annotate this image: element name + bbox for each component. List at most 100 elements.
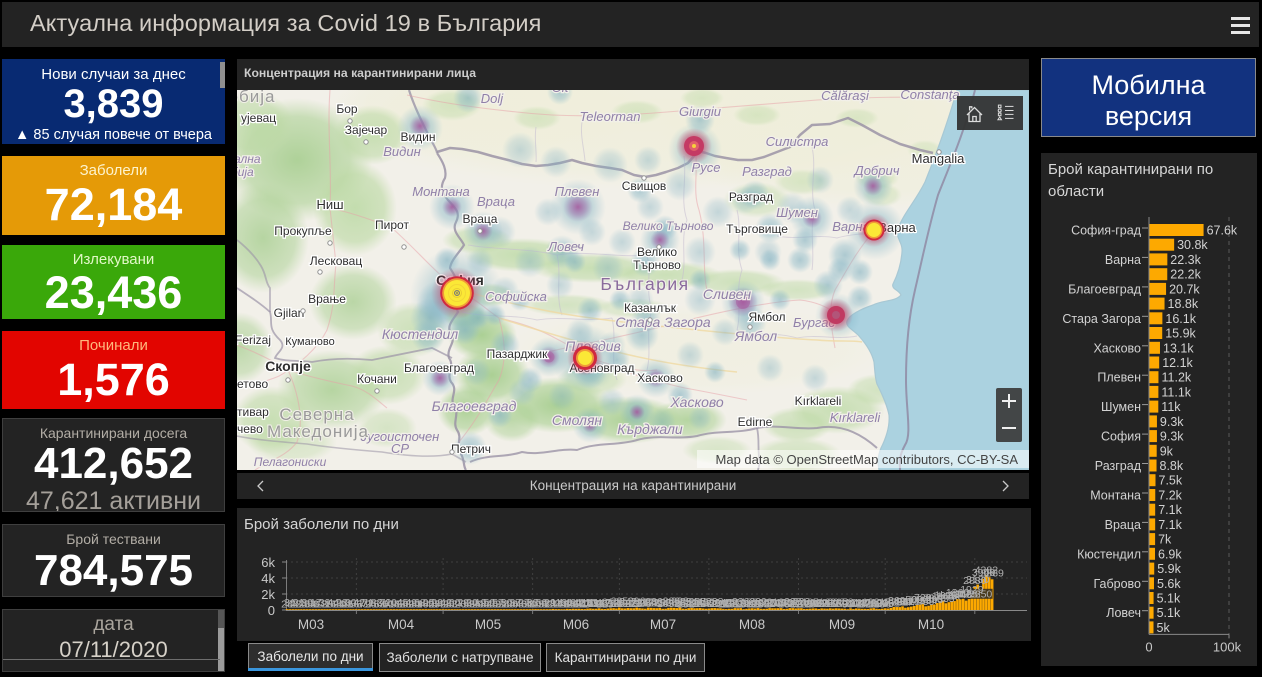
svg-text:30.8k: 30.8k — [1177, 238, 1208, 252]
svg-text:0: 0 — [268, 603, 275, 618]
svg-text:Казанлък: Казанлък — [624, 301, 677, 315]
svg-text:5.1k: 5.1k — [1157, 592, 1181, 606]
svg-text:Кюстендил: Кюстендил — [1077, 547, 1141, 561]
svg-text:етово: етово — [237, 377, 269, 391]
svg-text:M08: M08 — [739, 617, 765, 632]
svg-text:Монтана: Монтана — [1090, 489, 1141, 503]
svg-text:5k: 5k — [1157, 621, 1171, 635]
svg-text:Разград: Разград — [1095, 459, 1142, 473]
svg-text:M05: M05 — [475, 617, 501, 632]
svg-text:7k: 7k — [1158, 533, 1172, 547]
svg-text:Монтана: Монтана — [412, 184, 470, 199]
svg-text:22.2k: 22.2k — [1170, 268, 1201, 282]
svg-text:Ferizaj: Ferizaj — [237, 333, 271, 347]
svg-text:Враца: Враца — [477, 194, 515, 209]
svg-text:обија: обија — [237, 90, 275, 106]
svg-text:Dolj: Dolj — [481, 91, 505, 106]
svg-text:Kırklareli: Kırklareli — [795, 394, 842, 408]
svg-text:9k: 9k — [1160, 444, 1174, 458]
svg-text:Благоевград: Благоевград — [1068, 282, 1142, 296]
svg-text:15.9k: 15.9k — [1165, 327, 1196, 341]
svg-text:Кърджали: Кърджали — [617, 421, 683, 437]
svg-text:Kırklareli: Kırklareli — [830, 410, 882, 425]
svg-text:Ямбол: Ямбол — [748, 310, 785, 324]
svg-text:Софийска: Софийска — [485, 289, 547, 304]
svg-text:обија: обија — [237, 165, 254, 179]
svg-text:Благоевград: Благоевград — [404, 361, 474, 375]
svg-text:2650: 2650 — [969, 588, 993, 600]
svg-text:Кочани: Кочани — [357, 372, 397, 386]
svg-text:Варна: Варна — [1105, 253, 1141, 267]
svg-text:Пазарджик: Пазарджик — [487, 347, 548, 361]
svg-text:Лесковац: Лесковац — [310, 254, 363, 268]
svg-text:7.2k: 7.2k — [1158, 489, 1182, 503]
svg-text:Шумен: Шумен — [1101, 400, 1141, 414]
svg-text:Olt: Olt — [552, 90, 570, 95]
svg-text:7.1k: 7.1k — [1158, 503, 1182, 517]
svg-text:Габрово: Габрово — [1093, 577, 1141, 591]
svg-text:22.3k: 22.3k — [1170, 253, 1201, 267]
svg-text:Бор: Бор — [336, 102, 358, 116]
svg-text:Разград: Разград — [742, 164, 792, 179]
svg-text:Разград: Разград — [729, 190, 773, 204]
svg-text:Велико Търново: Велико Търново — [623, 219, 714, 233]
svg-text:Edirne: Edirne — [738, 415, 773, 429]
svg-text:11.2k: 11.2k — [1162, 371, 1192, 385]
svg-text:Хасково: Хасково — [1093, 341, 1141, 355]
svg-text:12.1k: 12.1k — [1162, 356, 1193, 370]
svg-text:Стара Загора: Стара Загора — [615, 314, 711, 330]
svg-text:67.6k: 67.6k — [1207, 224, 1238, 238]
svg-text:Търговище: Търговище — [726, 222, 788, 236]
svg-text:7.5k: 7.5k — [1159, 474, 1183, 488]
svg-text:8.8k: 8.8k — [1160, 459, 1184, 473]
svg-text:Куманово: Куманово — [285, 336, 335, 348]
svg-text:Петрич: Петрич — [451, 442, 491, 456]
svg-text:Хасково: Хасково — [669, 394, 724, 410]
svg-text:9.3k: 9.3k — [1160, 415, 1184, 429]
svg-text:11k: 11k — [1161, 400, 1181, 414]
svg-text:13.1k: 13.1k — [1163, 341, 1194, 355]
svg-text:Видин: Видин — [400, 130, 435, 144]
svg-text:Стара Загора: Стара Загора — [1062, 312, 1141, 326]
svg-text:20.7k: 20.7k — [1169, 282, 1200, 296]
svg-text:M03: M03 — [298, 617, 324, 632]
svg-text:M07: M07 — [650, 617, 676, 632]
svg-text:Видин: Видин — [383, 144, 420, 159]
svg-text:5.1k: 5.1k — [1157, 606, 1181, 620]
svg-text:Ловеч: Ловеч — [547, 239, 584, 254]
svg-text:Търново: Търново — [633, 258, 681, 272]
svg-text:6k: 6k — [261, 555, 275, 570]
svg-text:Прокупље: Прокупље — [274, 224, 332, 238]
svg-text:100k: 100k — [1213, 639, 1242, 654]
svg-text:18.8k: 18.8k — [1168, 297, 1199, 311]
svg-text:Шумен: Шумен — [776, 205, 818, 220]
svg-text:5.6k: 5.6k — [1157, 577, 1181, 591]
svg-text:Свищов: Свищов — [622, 179, 667, 193]
svg-text:9.3k: 9.3k — [1160, 430, 1184, 444]
svg-text:София: София — [1101, 430, 1141, 444]
svg-text:5.9k: 5.9k — [1157, 562, 1181, 576]
svg-text:16.1k: 16.1k — [1165, 312, 1196, 326]
svg-text:7.1k: 7.1k — [1158, 518, 1182, 532]
svg-text:Враца: Враца — [1105, 518, 1141, 532]
svg-text:Хасково: Хасково — [637, 371, 683, 385]
svg-text:Плевен: Плевен — [1097, 371, 1141, 385]
svg-text:M09: M09 — [829, 617, 855, 632]
svg-text:чево: чево — [237, 422, 263, 436]
svg-text:СР: СР — [391, 441, 409, 456]
svg-text:2k: 2k — [261, 587, 275, 602]
svg-text:M06: M06 — [563, 617, 589, 632]
svg-text:Constanţa: Constanţa — [900, 90, 959, 102]
svg-text:3839: 3839 — [981, 567, 1005, 579]
svg-text:11.1k: 11.1k — [1161, 385, 1191, 399]
svg-text:Gjilan: Gjilan — [274, 306, 305, 320]
svg-text:Скопје: Скопје — [265, 358, 311, 374]
svg-text:6.9k: 6.9k — [1158, 547, 1182, 561]
svg-text:Смолян: Смолян — [552, 412, 603, 428]
svg-text:M04: M04 — [388, 617, 415, 632]
svg-text:Пирот: Пирот — [375, 218, 409, 232]
svg-text:M10: M10 — [918, 617, 944, 632]
svg-text:Călăraşi: Călăraşi — [821, 90, 870, 103]
svg-text:София-град: София-град — [1071, 224, 1142, 238]
svg-text:България: България — [600, 274, 689, 294]
